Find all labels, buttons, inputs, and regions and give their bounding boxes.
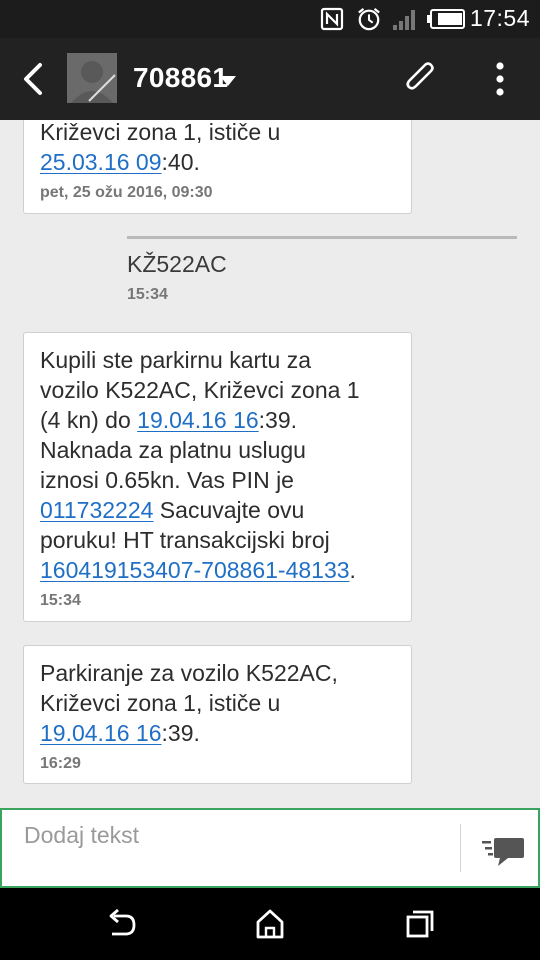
date-link[interactable]: 25.03.16 09 [40,149,162,175]
message-text-segment: Križevci zona 1, ističe u [40,120,281,145]
back-nav-icon[interactable] [104,908,138,940]
composer-divider [460,824,461,872]
message-text-segment: :40. [161,149,200,175]
pin-number-link[interactable]: 011732224 [40,497,153,523]
message-line: poruku! HT transakcijski broj [40,527,330,553]
signal-icon [393,10,415,30]
contact-name[interactable]: 708861 [133,62,228,94]
transaction-number-link[interactable]: 160419153407-708861-48133 [40,557,350,583]
overflow-menu-icon[interactable] [486,62,514,96]
back-arrow-icon[interactable] [18,62,50,96]
message-timestamp: pet, 25 ožu 2016, 09:30 [40,184,213,201]
message-text: Kupili ste parkirnu kartu za vozilo K522… [40,345,396,585]
message-line: Kupili ste parkirnu kartu za [40,347,312,373]
battery-icon [427,9,465,29]
message-text-segment: . [349,557,356,583]
message-line: Naknada za platnu uslugu [40,437,306,463]
message-text-segment: :39. [161,720,200,746]
caret-down-icon[interactable] [219,75,237,87]
text-input-placeholder[interactable]: Dodaj tekst [24,822,139,849]
message-line: vozilo K522AC, Križevci zona 1 [40,377,360,403]
message-composer[interactable]: Dodaj tekst [0,808,540,888]
message-text-segment: Sacuvajte ovu [153,497,305,523]
home-icon[interactable] [254,908,286,940]
message-bubble-received[interactable]: Križevci zona 1, ističe u 25.03.16 09:40… [23,120,412,214]
alarm-icon [358,7,380,31]
message-bubble-received[interactable]: Parkiranje za vozilo K522AC, Križevci zo… [23,645,412,784]
message-text: Parkiranje za vozilo K522AC, Križevci zo… [40,658,396,748]
message-timestamp: 15:34 [127,286,168,303]
recent-apps-icon[interactable] [404,908,436,940]
message-sent[interactable]: KŽ522AC 15:34 [127,236,517,304]
date-link[interactable]: 19.04.16 16 [137,407,259,433]
send-message-icon[interactable] [480,832,526,870]
nfc-icon [320,7,344,31]
status-bar: 17:54 [0,0,540,38]
status-time: 17:54 [469,5,530,31]
message-text-segment: :39. [258,407,298,433]
conversation-thread[interactable]: Križevci zona 1, ističe u 25.03.16 09:40… [0,120,540,808]
message-line: Križevci zona 1, ističe u [40,690,281,716]
contact-avatar-icon [67,53,117,103]
date-link[interactable]: 19.04.16 16 [40,720,162,746]
message-line: Parkiranje za vozilo K522AC, [40,660,338,686]
message-bubble-received[interactable]: Kupili ste parkirnu kartu za vozilo K522… [23,332,412,622]
sent-message-text: KŽ522AC [127,251,227,277]
navigation-bar [0,888,540,960]
message-timestamp: 16:29 [40,755,81,772]
contact-avatar[interactable] [67,53,117,103]
message-text-segment: (4 kn) do [40,407,138,433]
message-line: iznosi 0.65kn. Vas PIN je [40,467,294,493]
paperclip-icon[interactable] [404,60,438,98]
message-timestamp: 15:34 [40,592,81,609]
app-bar: 708861 [0,38,540,120]
message-text: Križevci zona 1, ističe u 25.03.16 09:40… [40,120,396,177]
